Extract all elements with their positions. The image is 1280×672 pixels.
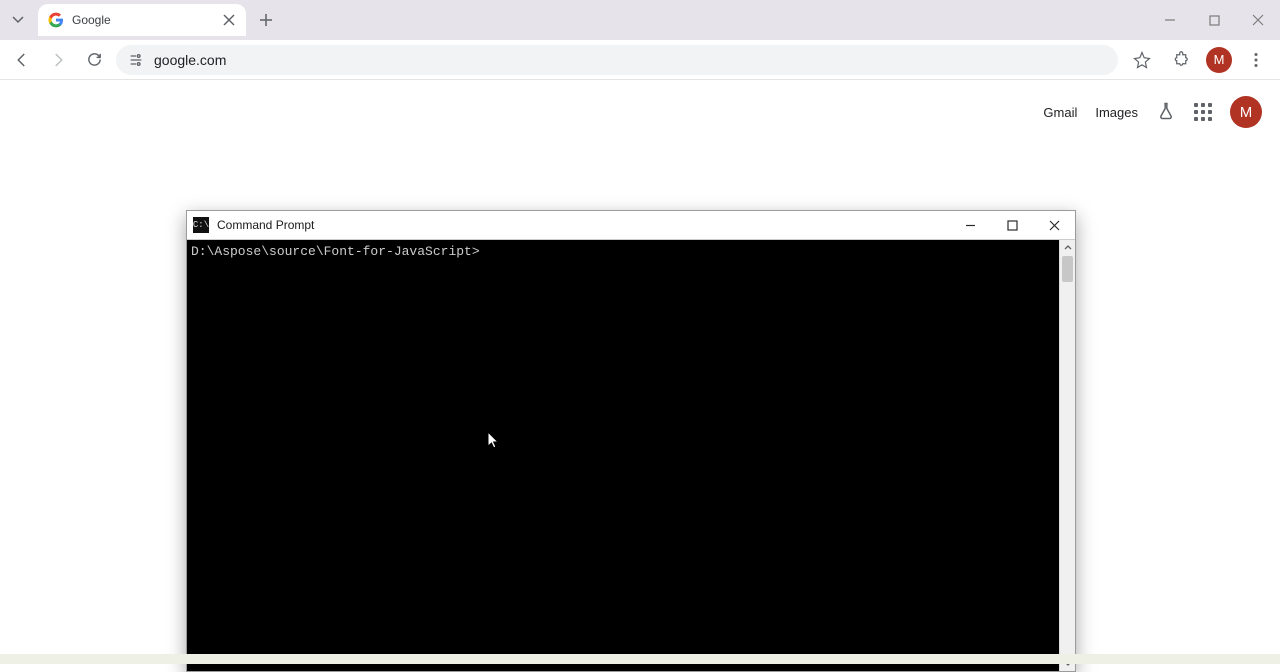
tab-title: Google (72, 13, 214, 27)
back-button[interactable] (8, 46, 36, 74)
site-settings-icon[interactable] (128, 52, 144, 68)
cmd-title-bar[interactable]: C:\ Command Prompt (187, 211, 1075, 239)
scroll-track[interactable] (1060, 256, 1075, 655)
close-icon (1252, 14, 1264, 26)
minimize-icon (965, 220, 976, 231)
avatar-letter: M (1214, 52, 1225, 67)
new-tab-button[interactable] (252, 6, 280, 34)
google-account-avatar[interactable]: M (1230, 96, 1262, 128)
cmd-terminal[interactable]: D:\Aspose\source\Font-for-JavaScript> (187, 240, 1059, 671)
close-tab-icon[interactable] (222, 13, 236, 27)
browser-window-controls (1148, 0, 1280, 40)
cmd-scrollbar[interactable] (1059, 240, 1075, 671)
cmd-window-title: Command Prompt (217, 218, 314, 232)
browser-maximize-button[interactable] (1192, 4, 1236, 36)
arrow-right-icon (49, 51, 67, 69)
browser-minimize-button[interactable] (1148, 4, 1192, 36)
google-header: Gmail Images M (1043, 96, 1262, 128)
avatar-letter: M (1240, 104, 1253, 121)
cmd-close-button[interactable] (1033, 211, 1075, 239)
cmd-maximize-button[interactable] (991, 211, 1033, 239)
flask-icon (1156, 101, 1176, 121)
scroll-up-button[interactable] (1060, 240, 1075, 256)
chevron-up-icon (1064, 244, 1072, 252)
bookmark-button[interactable] (1126, 44, 1158, 76)
reload-button[interactable] (80, 46, 108, 74)
forward-button[interactable] (44, 46, 72, 74)
browser-close-button[interactable] (1236, 4, 1280, 36)
url-text: google.com (154, 52, 226, 68)
reload-icon (86, 51, 103, 68)
mouse-cursor-icon (487, 431, 499, 449)
page-footer-band (0, 654, 1280, 664)
kebab-icon (1248, 52, 1264, 68)
browser-menu-button[interactable] (1240, 44, 1272, 76)
puzzle-icon (1173, 51, 1191, 69)
cmd-body-wrap: D:\Aspose\source\Font-for-JavaScript> (187, 239, 1075, 671)
images-link[interactable]: Images (1095, 105, 1138, 120)
page-content: Gmail Images M C:\ Command Prompt (0, 80, 1280, 664)
extensions-button[interactable] (1166, 44, 1198, 76)
close-icon (1049, 220, 1060, 231)
google-favicon-icon (48, 12, 64, 28)
minimize-icon (1164, 14, 1176, 26)
cmd-app-icon: C:\ (193, 217, 209, 233)
chevron-down-icon (12, 14, 24, 26)
browser-toolbar: google.com M (0, 40, 1280, 80)
gmail-link[interactable]: Gmail (1043, 105, 1077, 120)
tabs-dropdown-button[interactable] (6, 8, 30, 32)
scroll-thumb[interactable] (1062, 256, 1073, 282)
arrow-left-icon (13, 51, 31, 69)
cmd-prompt-line: D:\Aspose\source\Font-for-JavaScript> (191, 244, 480, 259)
maximize-icon (1209, 15, 1220, 26)
labs-button[interactable] (1156, 101, 1176, 124)
command-prompt-window[interactable]: C:\ Command Prompt D:\Aspose\source\Font… (186, 210, 1076, 672)
maximize-icon (1007, 220, 1018, 231)
cmd-window-controls (949, 211, 1075, 239)
star-icon (1133, 51, 1151, 69)
plus-icon (259, 13, 273, 27)
browser-tab-strip: Google (0, 0, 1280, 40)
cmd-minimize-button[interactable] (949, 211, 991, 239)
address-bar[interactable]: google.com (116, 45, 1118, 75)
google-apps-button[interactable] (1194, 103, 1212, 121)
profile-avatar[interactable]: M (1206, 47, 1232, 73)
browser-tab-active[interactable]: Google (38, 4, 246, 36)
